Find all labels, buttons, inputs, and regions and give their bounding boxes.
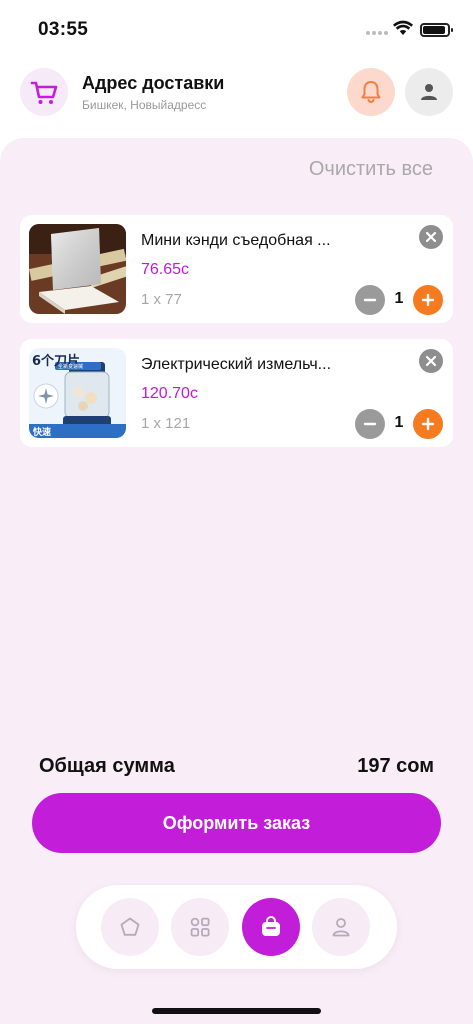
nav-home-button[interactable] — [101, 898, 159, 956]
bottom-navigation — [76, 885, 397, 969]
quantity-summary: 1 x 77 — [141, 291, 182, 308]
remove-item-button[interactable] — [419, 225, 443, 249]
remove-item-button[interactable] — [419, 349, 443, 373]
status-time: 03:55 — [38, 19, 89, 40]
delivery-address-value[interactable]: Бишкек, Новыйадресс — [82, 98, 206, 112]
increase-quantity-button[interactable] — [413, 285, 443, 315]
minus-icon — [363, 422, 377, 426]
quantity-value: 1 — [394, 290, 404, 307]
shopping-cart-icon — [30, 81, 58, 104]
bell-icon — [361, 81, 381, 103]
grid-icon — [190, 917, 210, 937]
product-image[interactable]: 6个刀片 全新变速械 快速 — [29, 348, 126, 438]
plus-icon — [421, 293, 435, 307]
cart-item[interactable]: Мини кэнди съедобная ... 76.65с 1 x 77 1 — [20, 215, 453, 323]
quantity-value: 1 — [394, 414, 404, 431]
delivery-address-title[interactable]: Адрес доставки — [82, 73, 224, 94]
clear-all-button[interactable]: Очистить все — [309, 158, 433, 181]
user-icon — [421, 84, 437, 100]
user-icon — [332, 918, 350, 937]
product-image[interactable] — [29, 224, 126, 314]
home-indicator — [152, 1008, 321, 1014]
pentagon-home-icon — [120, 917, 140, 936]
total-label: Общая сумма — [39, 755, 175, 777]
wifi-icon — [393, 20, 413, 35]
app-logo[interactable] — [20, 68, 68, 116]
product-name[interactable]: Электрический измельч... — [141, 356, 401, 374]
cart-item[interactable]: 6个刀片 全新变速械 快速 Электрический измельч... 1… — [20, 339, 453, 447]
product-price: 120.70с — [141, 385, 198, 402]
close-icon — [425, 231, 437, 243]
status-bar: 03:55 — [0, 0, 473, 58]
header: Адрес доставки Бишкек, Новыйадресс — [0, 58, 473, 138]
bag-icon — [262, 916, 280, 936]
nav-profile-button[interactable] — [312, 898, 370, 956]
product-price: 76.65с — [141, 261, 190, 278]
plus-icon — [421, 417, 435, 431]
total-value: 197 сом — [357, 755, 434, 777]
quantity-summary: 1 x 121 — [141, 415, 191, 432]
decrease-quantity-button[interactable] — [355, 285, 385, 315]
nav-catalog-button[interactable] — [171, 898, 229, 956]
profile-button[interactable] — [405, 68, 453, 116]
battery-icon — [420, 23, 453, 37]
increase-quantity-button[interactable] — [413, 409, 443, 439]
minus-icon — [363, 298, 377, 302]
signal-icon — [366, 31, 388, 35]
product-name[interactable]: Мини кэнди съедобная ... — [141, 232, 401, 250]
decrease-quantity-button[interactable] — [355, 409, 385, 439]
nav-cart-button[interactable] — [242, 898, 300, 956]
notifications-button[interactable] — [347, 68, 395, 116]
product-image-label: 快速 — [33, 428, 52, 438]
cart-content: Очистить все Мини кэнди съедобная ... 76… — [0, 138, 473, 1024]
checkout-button[interactable]: Оформить заказ — [32, 793, 441, 853]
close-icon — [425, 355, 437, 367]
product-image-badge: 全新变速械 — [58, 364, 84, 370]
